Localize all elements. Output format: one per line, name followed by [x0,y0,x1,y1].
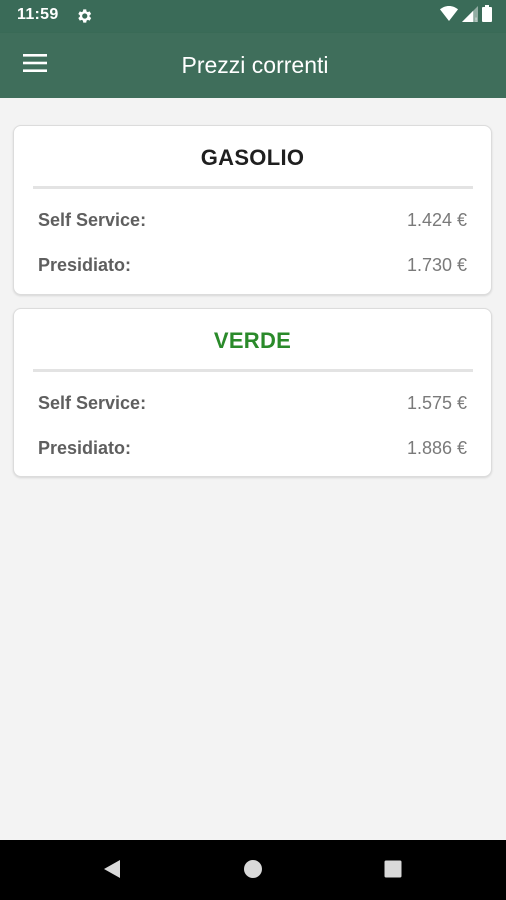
page-title: Prezzi correnti [181,52,329,78]
home-icon[interactable] [242,858,264,885]
price-list: GASOLIO Self Service: 1.424 € Presidiato… [0,98,506,840]
self-service-label: Self Service: [38,393,147,413]
battery-icon [482,5,492,27]
self-service-price: 1.424 € [406,210,467,230]
system-nav-bar [0,840,506,900]
card-divider [33,369,473,372]
status-time: 11:59 [17,6,59,23]
app-bar: Prezzi correnti [0,33,506,98]
fuel-title-verde: VERDE [213,328,292,353]
self-service-price: 1.575 € [406,393,467,413]
back-icon[interactable] [101,858,123,885]
self-service-label: Self Service: [38,210,147,230]
presidiato-label: Presidiato: [38,438,132,458]
presidiato-price: 1.886 € [406,438,467,458]
card-divider [33,186,473,189]
presidiato-price: 1.730 € [406,255,467,275]
fuel-card-gasolio: GASOLIO Self Service: 1.424 € Presidiato… [13,125,492,295]
svg-text:!: ! [475,16,478,22]
status-icons: ! [440,5,492,27]
recents-icon[interactable] [382,858,404,885]
fuel-card-verde: VERDE Self Service: 1.575 € Presidiato: … [13,308,492,477]
status-bar: 11:59 ! [0,0,506,33]
back-button[interactable] [99,858,125,884]
fuel-title-gasolio: GASOLIO [200,145,305,170]
gear-icon [75,7,93,25]
recents-button[interactable] [380,858,406,884]
presidiato-label: Presidiato: [38,255,132,275]
home-button[interactable] [240,858,266,884]
wifi-icon [440,6,458,26]
signal-icon: ! [462,5,478,27]
